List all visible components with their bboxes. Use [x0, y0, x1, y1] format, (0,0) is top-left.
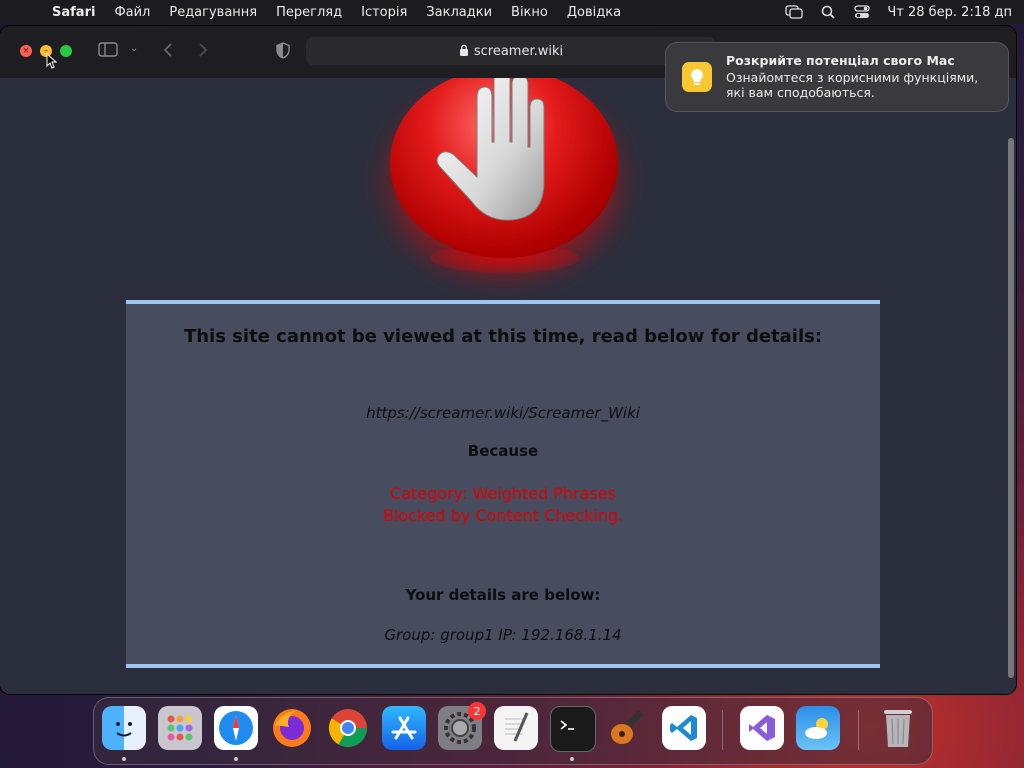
- window-close-button[interactable]: ×: [20, 45, 32, 57]
- lock-icon: [459, 44, 469, 59]
- back-icon[interactable]: [163, 42, 173, 62]
- app-store-icon[interactable]: [382, 706, 426, 750]
- notification-title: Розкрийте потенціал свого Mac: [726, 53, 955, 68]
- because-label: Because: [467, 442, 539, 460]
- spotlight-search-icon[interactable]: [819, 5, 837, 19]
- firefox-icon[interactable]: [270, 706, 314, 750]
- hand-icon: [436, 78, 545, 221]
- lightbulb-icon: [682, 62, 712, 92]
- weather-icon[interactable]: [796, 706, 840, 750]
- close-icon: ×: [22, 46, 30, 56]
- control-center-icon[interactable]: [853, 5, 871, 19]
- terminal-running-dot: [570, 757, 574, 761]
- sidebar-toggle-icon[interactable]: [98, 42, 118, 61]
- terminal-icon[interactable]: [550, 706, 596, 752]
- visual-studio-icon[interactable]: [740, 706, 784, 750]
- menu-bookmarks[interactable]: Закладки: [426, 5, 492, 20]
- dock: 2: [93, 697, 933, 765]
- menu-view[interactable]: Перегляд: [276, 5, 342, 20]
- menu-file[interactable]: Файл: [114, 5, 150, 20]
- menu-history[interactable]: Історія: [361, 5, 407, 20]
- blocked-url: https://screamer.wiki/Screamer_Wiki: [366, 404, 640, 422]
- finder-icon[interactable]: [102, 706, 146, 750]
- menu-safari[interactable]: Safari: [52, 5, 95, 20]
- vscode-icon[interactable]: [662, 706, 706, 750]
- safari-running-dot: [234, 757, 238, 761]
- dock-divider-trash: [858, 710, 859, 750]
- launchpad-icon[interactable]: [158, 706, 202, 750]
- address-bar[interactable]: screamer.wiki: [306, 37, 716, 65]
- forward-icon[interactable]: [198, 42, 208, 62]
- menu-edit[interactable]: Редагування: [169, 5, 257, 20]
- dock-divider: [722, 710, 723, 750]
- privacy-shield-icon[interactable]: [275, 42, 291, 63]
- menu-help[interactable]: Довідка: [567, 5, 621, 20]
- system-settings-icon[interactable]: 2: [438, 702, 486, 750]
- block-category: Category: Weighted Phrases: [390, 484, 616, 503]
- scrollbar-thumb[interactable]: [1008, 138, 1014, 678]
- notification-badge: 2: [468, 702, 486, 720]
- page-content: This site cannot be viewed at this time,…: [0, 78, 1016, 694]
- window-zoom-button[interactable]: [60, 45, 72, 57]
- screen-mirroring-icon[interactable]: [785, 5, 804, 19]
- stop-hand-image: [390, 78, 618, 273]
- chrome-icon[interactable]: [326, 706, 370, 750]
- menu-window[interactable]: Вікно: [511, 5, 548, 20]
- user-details: Group: group1 IP: 192.168.1.14: [384, 626, 622, 644]
- block-notice-panel: This site cannot be viewed at this time,…: [126, 300, 880, 668]
- safari-window: × – ⌄ screamer.wiki This site cannot be …: [0, 26, 1016, 694]
- address-text: screamer.wiki: [473, 43, 564, 59]
- mouse-pointer-icon: [46, 53, 58, 69]
- notice-heading: This site cannot be viewed at this time,…: [183, 326, 823, 347]
- page-scrollbar[interactable]: [1006, 78, 1016, 694]
- finder-running-dot: [122, 757, 126, 761]
- safari-icon[interactable]: [214, 706, 258, 750]
- textedit-icon[interactable]: [494, 706, 538, 750]
- menu-clock[interactable]: Чт 28 бер. 2:18 дп: [887, 5, 1012, 20]
- garageband-icon[interactable]: [606, 706, 650, 750]
- notification-body: Ознайомтеся з корисними функціями, які в…: [726, 70, 979, 100]
- trash-icon[interactable]: [876, 706, 920, 750]
- chevron-down-icon[interactable]: ⌄: [130, 43, 138, 54]
- menu-bar: Safari Файл Редагування Перегляд Історія…: [0, 0, 1024, 24]
- block-reason: Blocked by Content Checking.: [382, 506, 624, 525]
- tips-notification[interactable]: Розкрийте потенціал свого Mac Ознайомтес…: [665, 42, 1009, 112]
- details-heading: Your details are below:: [405, 586, 601, 604]
